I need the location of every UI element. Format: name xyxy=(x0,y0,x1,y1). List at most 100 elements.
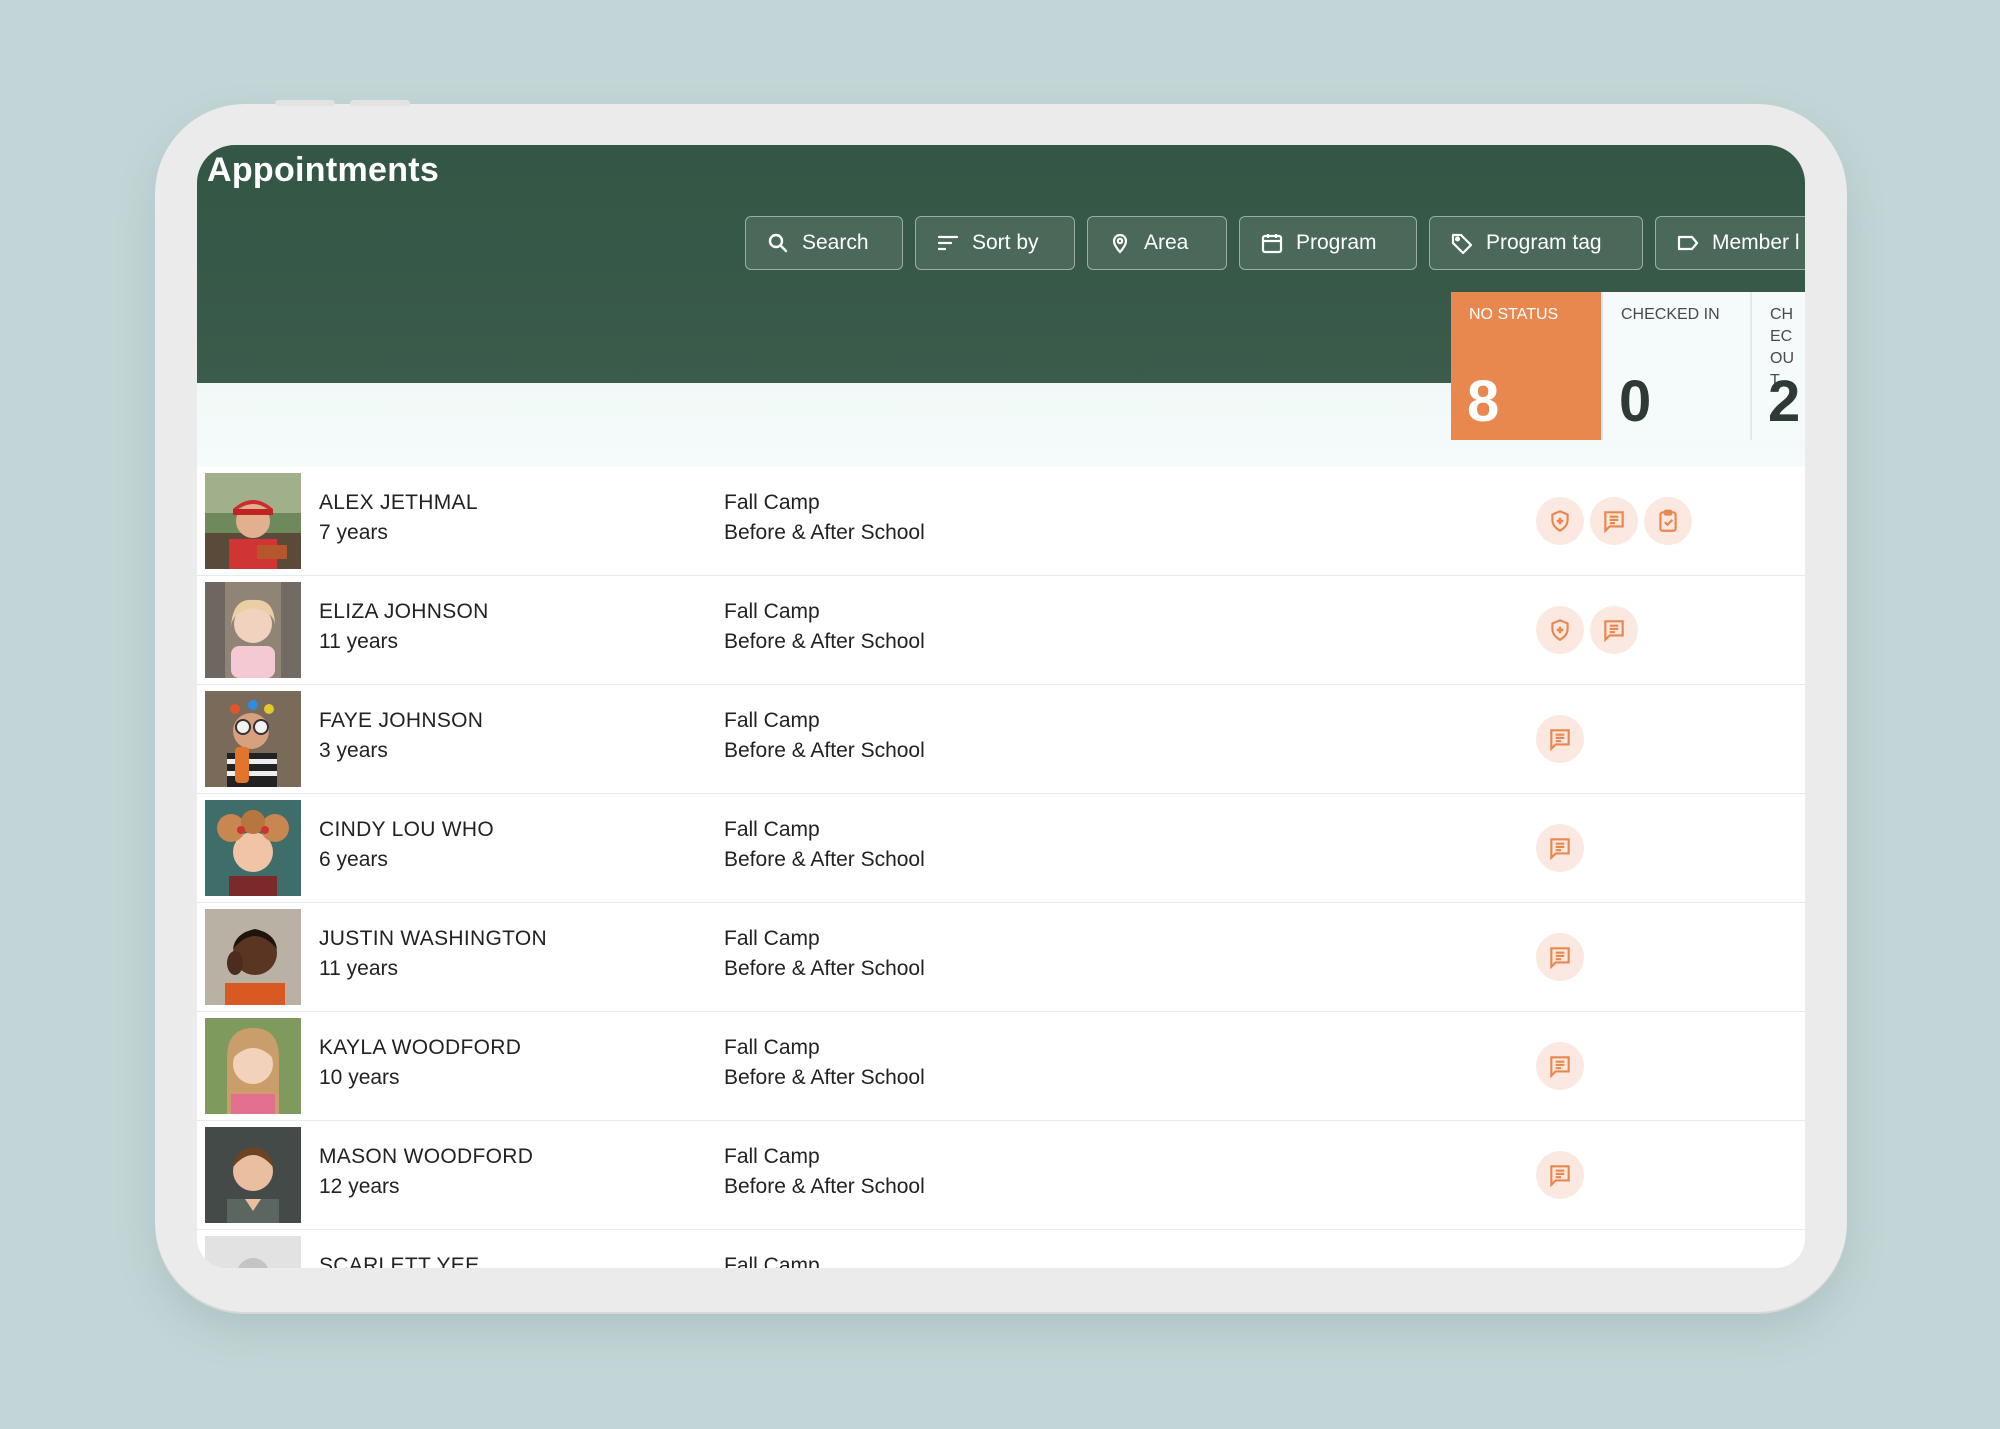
avatar xyxy=(205,473,301,569)
notes-button[interactable] xyxy=(1536,933,1584,981)
program-button[interactable]: Program xyxy=(1239,216,1417,270)
avatar xyxy=(205,691,301,787)
member-name: ALEX JETHMAL xyxy=(319,491,478,514)
notes-icon xyxy=(1550,1056,1570,1079)
status-tile-no-status[interactable]: NO STATUS 8 xyxy=(1451,292,1601,440)
row-actions xyxy=(1536,1151,1584,1199)
member-age: 7 years xyxy=(319,521,388,544)
sort-by-button-label: Sort by xyxy=(972,231,1039,254)
member-name: ELIZA JOHNSON xyxy=(319,600,489,623)
avatar-placeholder-icon xyxy=(205,1236,301,1268)
tablet-volume-button xyxy=(350,100,410,106)
filter-toolbar: Search Sort by Area Program Program tag … xyxy=(745,216,1805,274)
search-icon xyxy=(768,233,788,253)
notes-button[interactable] xyxy=(1590,606,1638,654)
row-actions xyxy=(1536,824,1584,872)
notes-icon xyxy=(1550,729,1570,752)
program-name: Fall Camp xyxy=(724,818,820,841)
table-row[interactable]: JUSTIN WASHINGTON 11 years Fall Camp Bef… xyxy=(197,903,1805,1012)
member-name: FAYE JOHNSON xyxy=(319,709,484,732)
clipboard-check-icon xyxy=(1659,509,1677,532)
member-label-button-label: Member l xyxy=(1712,231,1800,254)
member-age: 11 years xyxy=(319,630,398,653)
table-row[interactable]: MASON WOODFORD 12 years Fall Camp Before… xyxy=(197,1121,1805,1230)
program-tag-button[interactable]: Program tag xyxy=(1429,216,1643,270)
search-button-label: Search xyxy=(802,231,869,254)
label-icon xyxy=(1677,235,1699,251)
notes-button[interactable] xyxy=(1536,1151,1584,1199)
location-pin-icon xyxy=(1112,233,1128,254)
status-tile-label: NO STATUS xyxy=(1469,306,1559,323)
member-name: KAYLA WOODFORD xyxy=(319,1036,522,1059)
table-row[interactable]: SCARLETT YEE Fall Camp xyxy=(197,1230,1805,1268)
program-name: Fall Camp xyxy=(724,709,820,732)
avatar xyxy=(205,1127,301,1223)
program-name: Fall Camp xyxy=(724,1145,820,1168)
table-row[interactable]: ELIZA JOHNSON 11 years Fall Camp Before … xyxy=(197,576,1805,685)
program-name: Fall Camp xyxy=(724,1036,820,1059)
notes-button[interactable] xyxy=(1536,715,1584,763)
row-actions xyxy=(1536,1042,1584,1090)
program-name: Fall Camp xyxy=(724,927,820,950)
program-schedule: Before & After School xyxy=(724,630,925,653)
member-label-button[interactable]: Member l xyxy=(1655,216,1805,270)
notes-button[interactable] xyxy=(1590,497,1638,545)
area-button[interactable]: Area xyxy=(1087,216,1227,270)
status-tile-count: 0 xyxy=(1619,369,1652,434)
notes-button[interactable] xyxy=(1536,1042,1584,1090)
program-name: Fall Camp xyxy=(724,1254,820,1268)
program-tag-button-label: Program tag xyxy=(1486,231,1602,254)
status-tile-count: 2 xyxy=(1768,369,1801,434)
medical-info-button[interactable] xyxy=(1536,606,1584,654)
table-row[interactable]: FAYE JOHNSON 3 years Fall Camp Before & … xyxy=(197,685,1805,794)
notes-icon xyxy=(1550,838,1570,861)
shield-plus-icon xyxy=(1551,510,1569,532)
notes-button[interactable] xyxy=(1536,824,1584,872)
table-row[interactable]: KAYLA WOODFORD 10 years Fall Camp Before… xyxy=(197,1012,1805,1121)
tablet-volume-button xyxy=(275,100,335,106)
program-schedule: Before & After School xyxy=(724,739,925,762)
calendar-icon xyxy=(1261,234,1283,254)
medical-info-button[interactable] xyxy=(1536,497,1584,545)
forms-button[interactable] xyxy=(1644,497,1692,545)
table-row[interactable]: ALEX JETHMAL 7 years Fall Camp Before & … xyxy=(197,467,1805,576)
program-schedule: Before & After School xyxy=(724,521,925,544)
notes-icon xyxy=(1550,1165,1570,1188)
row-actions xyxy=(1536,606,1638,654)
notes-icon xyxy=(1604,620,1624,643)
row-actions xyxy=(1536,497,1692,545)
member-name: MASON WOODFORD xyxy=(319,1145,534,1168)
program-name: Fall Camp xyxy=(724,600,820,623)
program-schedule: Before & After School xyxy=(724,848,925,871)
member-name: CINDY LOU WHO xyxy=(319,818,495,841)
avatar xyxy=(205,800,301,896)
status-tile-checked-in[interactable]: CHECKED IN 0 xyxy=(1601,292,1750,440)
tag-icon xyxy=(1451,233,1473,255)
status-tile-checked-out[interactable]: CHEC OUT 2 xyxy=(1750,292,1805,440)
avatar xyxy=(205,582,301,678)
table-row[interactable]: CINDY LOU WHO 6 years Fall Camp Before &… xyxy=(197,794,1805,903)
avatar xyxy=(205,1018,301,1114)
program-button-label: Program xyxy=(1296,231,1377,254)
program-schedule: Before & After School xyxy=(724,957,925,980)
notes-icon xyxy=(1604,511,1624,534)
row-actions xyxy=(1536,933,1584,981)
appointment-list: ALEX JETHMAL 7 years Fall Camp Before & … xyxy=(197,467,1805,1268)
app-screen: Appointments Search Sort by Area Program… xyxy=(197,145,1805,1268)
member-age: 3 years xyxy=(319,739,388,762)
notes-icon xyxy=(1550,947,1570,970)
member-name: SCARLETT YEE xyxy=(319,1254,480,1268)
area-button-label: Area xyxy=(1144,231,1189,254)
page-title: Appointments xyxy=(207,151,440,189)
sort-icon xyxy=(937,235,959,251)
status-tile-count: 8 xyxy=(1467,369,1500,434)
avatar xyxy=(205,909,301,1005)
sort-by-button[interactable]: Sort by xyxy=(915,216,1075,270)
search-button[interactable]: Search xyxy=(745,216,903,270)
member-name: JUSTIN WASHINGTON xyxy=(319,927,547,950)
avatar xyxy=(205,1236,301,1268)
program-schedule: Before & After School xyxy=(724,1066,925,1089)
program-schedule: Before & After School xyxy=(724,1175,925,1198)
member-age: 6 years xyxy=(319,848,388,871)
status-tile-label: CHECKED IN xyxy=(1621,306,1720,323)
